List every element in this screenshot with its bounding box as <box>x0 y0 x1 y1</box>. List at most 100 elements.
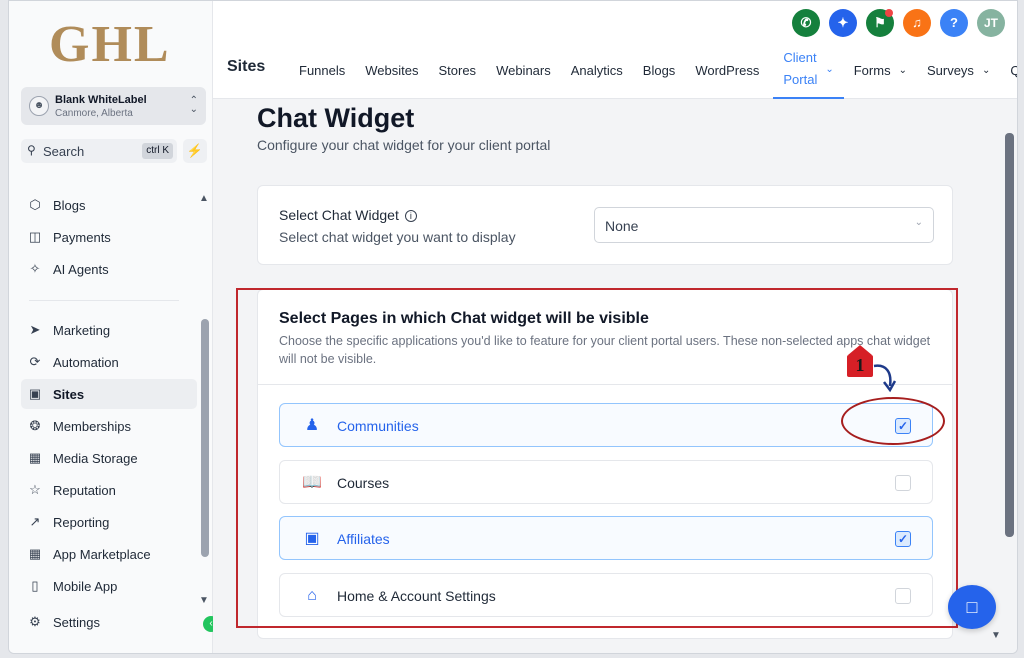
account-avatar-icon: ☻ <box>29 96 49 116</box>
tab-forms[interactable]: Forms ⌄ <box>844 41 917 99</box>
tab-blogs[interactable]: Blogs <box>633 41 686 99</box>
tab-webinars[interactable]: Webinars <box>486 41 561 99</box>
help-button[interactable]: ? <box>940 9 968 37</box>
sidebar-item-label: Payments <box>53 230 111 245</box>
bell-icon[interactable]: ♫ <box>903 9 931 37</box>
tab-client-portal-label: Client Portal <box>783 47 817 91</box>
sidebar-item-label: App Marketplace <box>53 547 151 562</box>
select-widget-label-text: Select Chat Widget <box>279 207 399 223</box>
search-shortcut: ctrl K <box>142 143 173 159</box>
account-name: Blank WhiteLabel <box>55 94 147 106</box>
tab-label: Surveys <box>926 62 974 78</box>
sidebar-item-label: Memberships <box>53 419 132 434</box>
gear-icon: ⚙ <box>29 614 41 629</box>
sidebar-item-label: Media Storage <box>53 451 138 466</box>
tab-funnels[interactable]: Funnels <box>289 41 355 99</box>
chevron-down-icon: ⌄ <box>981 64 991 76</box>
select-widget-label: Select Chat Widget i <box>279 207 417 223</box>
sidebar-item-label: Sites <box>53 387 85 402</box>
sites-icon: ▣ <box>28 386 42 401</box>
sidebar-item-label: Reporting <box>53 515 110 530</box>
image-icon: ▦ <box>28 450 42 465</box>
annotation-step-badge: 1 <box>847 345 873 377</box>
chat-widget-dropdown-value: None <box>605 218 639 234</box>
sidebar-scroll-down-icon[interactable]: ▼ <box>199 595 209 606</box>
annotation-highlight-box <box>236 288 958 628</box>
chevron-down-icon: ⌄ <box>898 64 907 76</box>
award-icon: ❂ <box>29 418 41 433</box>
sites-tabs: Funnels Websites Stores Webinars Analyti… <box>289 41 1017 99</box>
sidebar-item-payments[interactable]: ◫ Payments <box>21 222 197 252</box>
sidebar-scrollbar[interactable] <box>201 319 209 557</box>
header-actions: ✆ ✦ ⚑ ♫ ? JT <box>792 9 1005 37</box>
tab-surveys[interactable]: Surveys ⌄ <box>917 41 1000 99</box>
cube-icon: ⬡ <box>29 197 41 212</box>
section-title: Sites <box>227 58 266 75</box>
rocket-icon[interactable]: ✦ <box>829 9 857 37</box>
sidebar-item-reputation[interactable]: ☆ Reputation <box>21 475 197 505</box>
chat-widget-dropdown[interactable]: None ⌄ <box>594 207 934 243</box>
search-icon: ⚲ <box>27 143 36 157</box>
send-icon: ➤ <box>29 322 41 337</box>
phone-icon[interactable]: ✆ <box>792 9 820 37</box>
sidebar-item-label: Automation <box>53 355 119 370</box>
account-switcher[interactable]: ☻ Blank WhiteLabel Canmore, Alberta ⌃ ⌄ <box>21 87 206 125</box>
sidebar-item-reporting[interactable]: ↗ Reporting <box>21 507 197 537</box>
sidebar-item-label: Mobile App <box>53 579 118 594</box>
tab-more[interactable]: Q <box>1000 41 1017 99</box>
annotation-circle <box>841 397 945 445</box>
sidebar-item-media-storage[interactable]: ▦ Media Storage <box>21 443 197 473</box>
tab-client-portal[interactable]: Client Portal ⌄ <box>773 41 844 99</box>
sidebar-item-label: Reputation <box>53 483 116 498</box>
automation-icon: ⟳ <box>29 354 41 369</box>
sidebar-item-blogs[interactable]: ⬡ Blogs <box>21 190 197 220</box>
top-bar: ✆ ✦ ⚑ ♫ ? JT Sites Funnels Websites Stor… <box>213 1 1017 99</box>
chevron-down-icon: ⌄ <box>825 63 834 75</box>
main-scrollbar[interactable] <box>1005 133 1014 537</box>
chat-widget-launcher[interactable]: □ <box>948 585 996 629</box>
sidebar-item-sites[interactable]: ▣ Sites <box>21 379 197 409</box>
sidebar: GHL ☻ Blank WhiteLabel Canmore, Alberta … <box>9 1 213 653</box>
sparkle-icon: ✧ <box>29 261 41 276</box>
chevron-down-icon: ⌄ <box>914 217 923 228</box>
page-subtitle: Configure your chat widget for your clie… <box>257 137 551 153</box>
search-label: Search <box>43 144 85 159</box>
main-scroll-down-icon[interactable]: ▼ <box>991 630 1001 641</box>
tab-label-line2: Portal <box>783 72 818 87</box>
sidebar-scroll-up-icon[interactable]: ▲ <box>199 193 209 204</box>
tab-analytics[interactable]: Analytics <box>561 41 633 99</box>
tab-websites[interactable]: Websites <box>355 41 428 99</box>
sidebar-item-mobile-app[interactable]: ▯ Mobile App <box>21 571 197 601</box>
mobile-icon: ▯ <box>31 578 39 593</box>
tab-wordpress[interactable]: WordPress <box>685 41 769 99</box>
sidebar-item-ai-agents[interactable]: ✧ AI Agents <box>21 254 197 284</box>
chat-bubble-icon: □ <box>966 597 978 617</box>
search-button[interactable]: ⚲ Search ctrl K <box>21 139 177 163</box>
sidebar-item-label: Marketing <box>53 323 111 338</box>
account-location: Canmore, Alberta <box>55 108 133 119</box>
quick-action-bolt-icon[interactable]: ⚡ <box>183 139 207 163</box>
user-avatar[interactable]: JT <box>977 9 1005 37</box>
info-icon[interactable]: i <box>404 210 417 222</box>
chat-widget-select-card: Select Chat Widget i Select chat widget y… <box>257 185 953 265</box>
sidebar-divider <box>29 300 179 301</box>
tab-stores[interactable]: Stores <box>428 41 486 99</box>
sidebar-item-automation[interactable]: ⟳ Automation <box>21 347 197 377</box>
star-icon: ☆ <box>29 482 41 497</box>
sidebar-item-app-marketplace[interactable]: ▦ App Marketplace <box>21 539 197 569</box>
trend-icon: ↗ <box>29 514 41 529</box>
sidebar-item-marketing[interactable]: ➤ Marketing <box>21 315 197 345</box>
sidebar-item-label: Settings <box>53 615 100 630</box>
annotation-arrow-icon <box>873 364 897 393</box>
brand-logo: GHL <box>49 16 171 73</box>
select-widget-help: Select chat widget you want to display <box>279 229 516 245</box>
sidebar-item-label: Blogs <box>53 198 86 213</box>
notification-dot <box>885 9 893 17</box>
sidebar-item-label: AI Agents <box>53 262 109 277</box>
sidebar-item-settings[interactable]: ⚙ Settings <box>21 607 197 637</box>
tab-label-line1: Client <box>783 50 817 65</box>
sidebar-item-memberships[interactable]: ❂ Memberships <box>21 411 197 441</box>
tab-label: Forms <box>853 62 891 78</box>
grid-icon: ▦ <box>28 546 42 561</box>
megaphone-icon[interactable]: ⚑ <box>866 9 894 37</box>
